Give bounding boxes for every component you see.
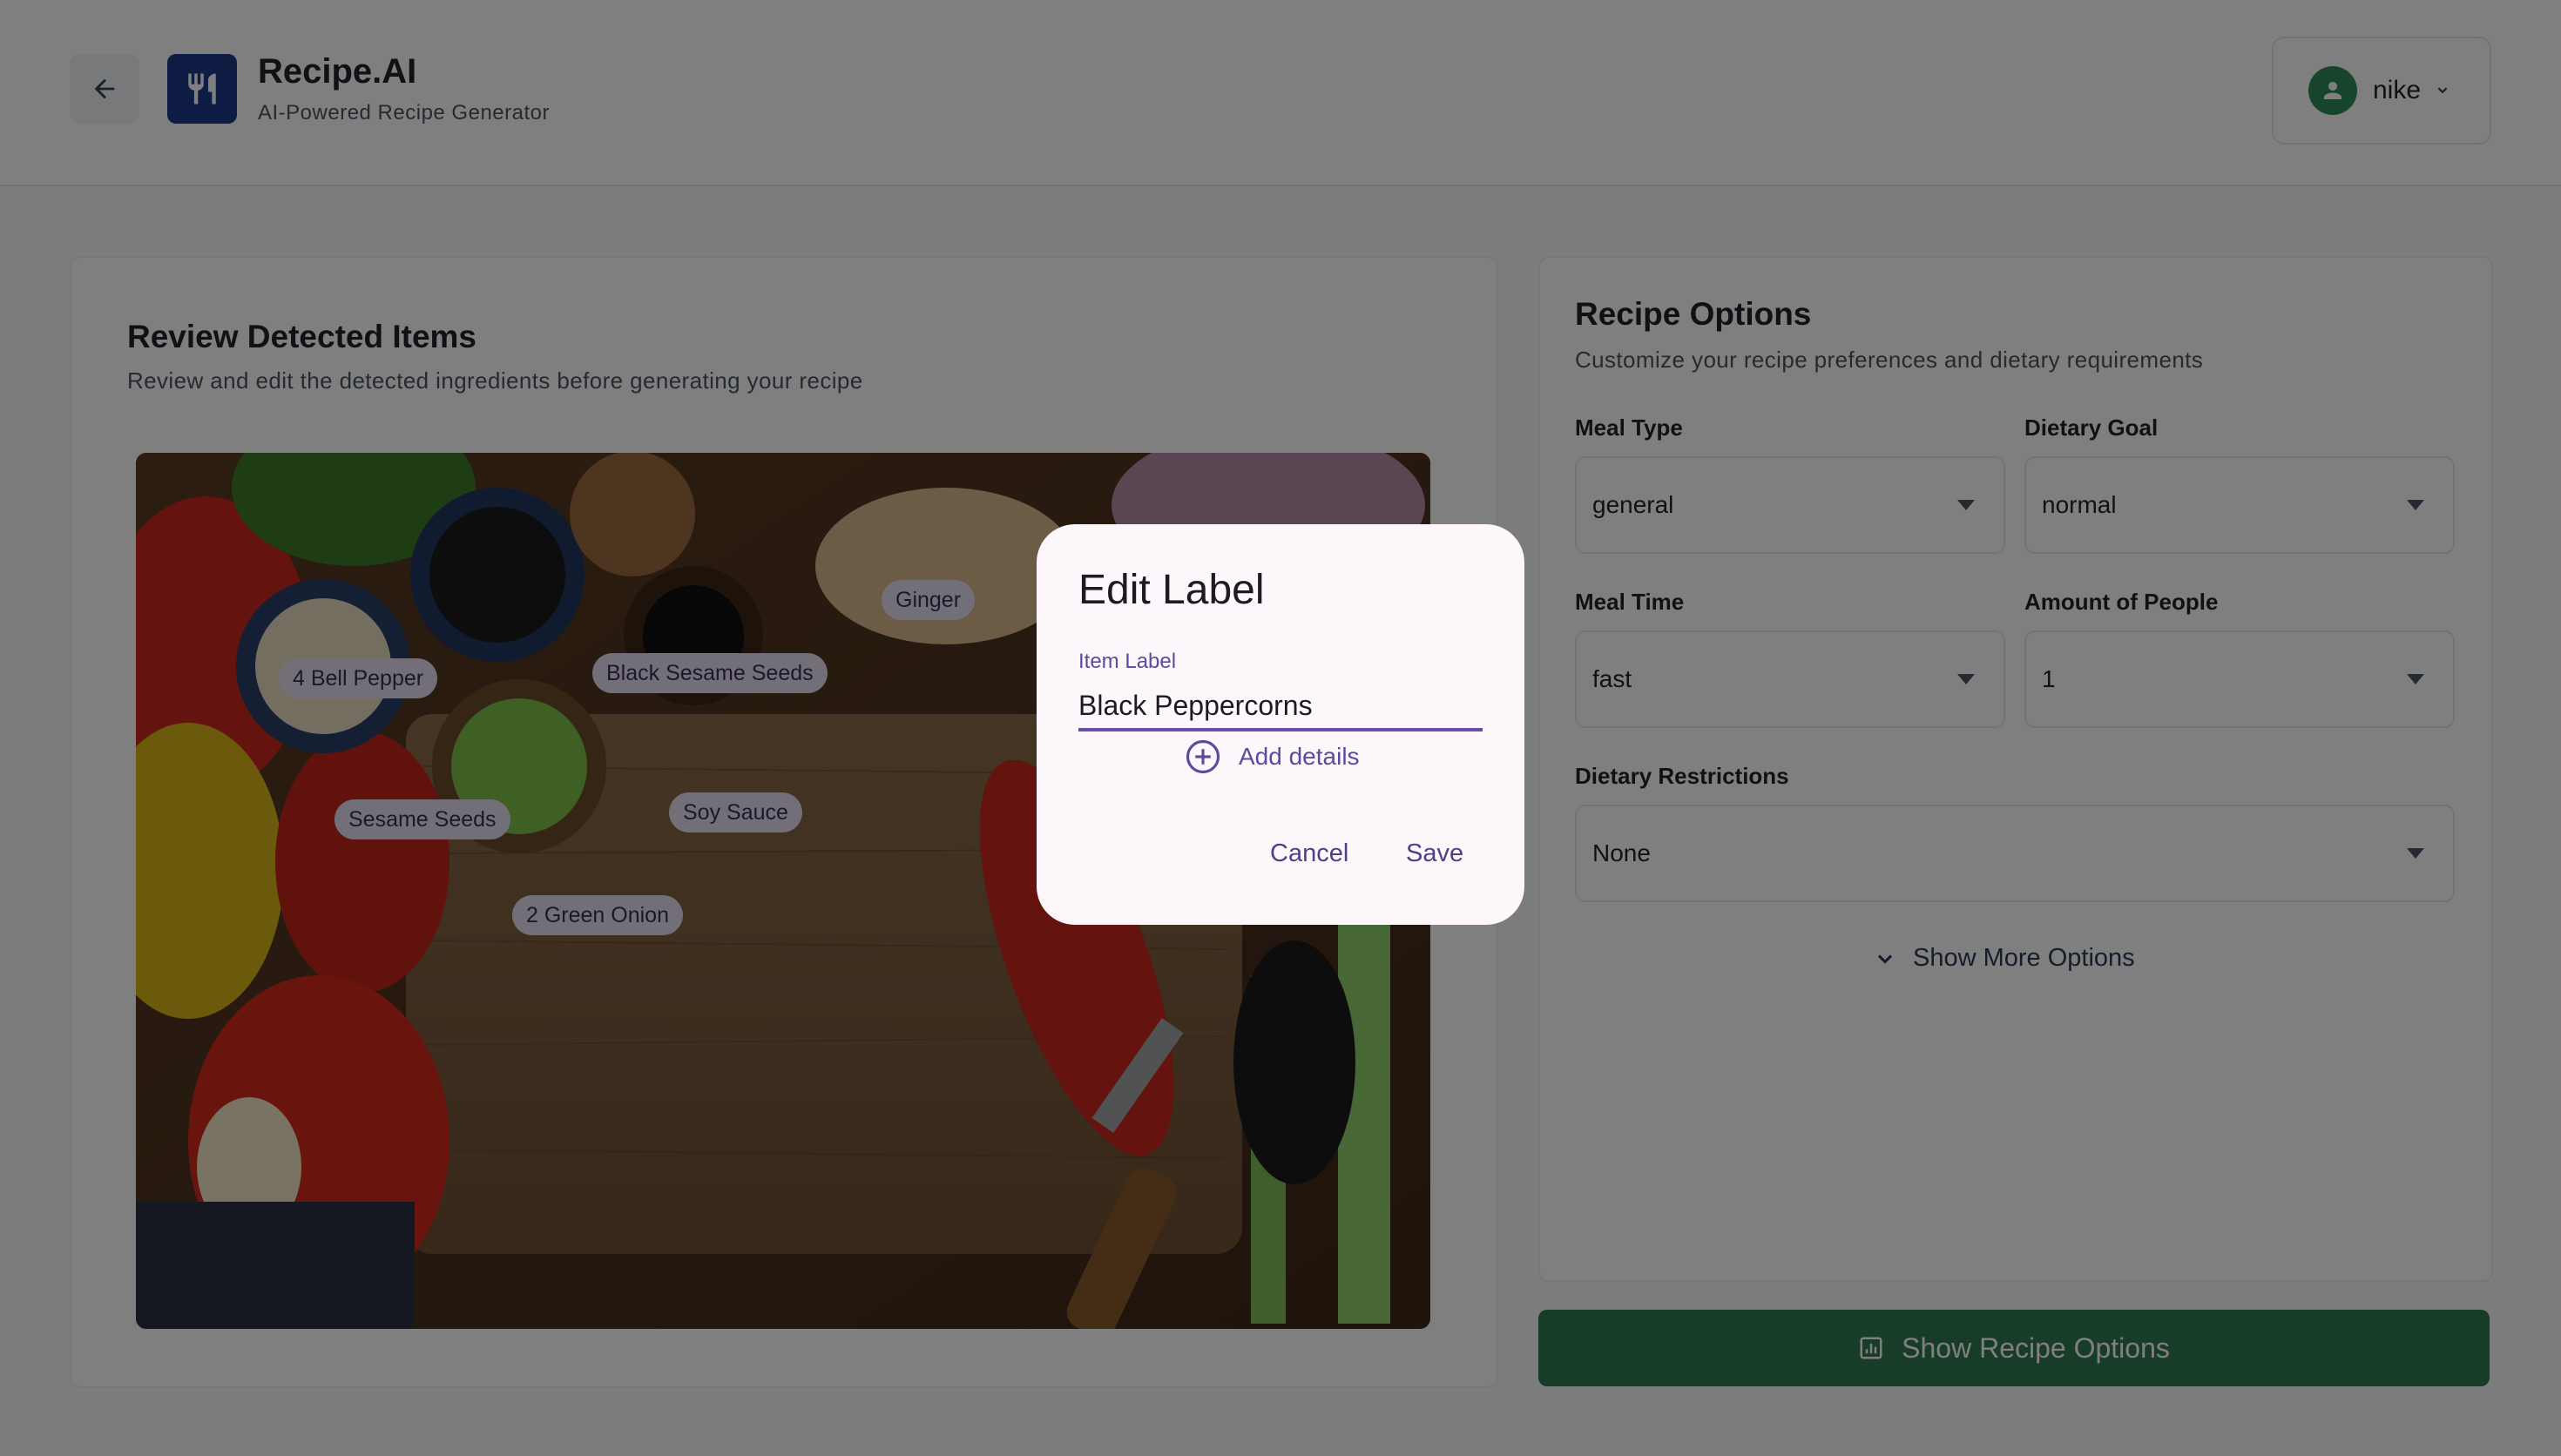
add-details-label: Add details: [1239, 743, 1360, 770]
save-button[interactable]: Save: [1406, 839, 1463, 868]
dialog-title: Edit Label: [1078, 567, 1265, 613]
plus-circle-icon: [1186, 739, 1220, 774]
add-details-button[interactable]: Add details: [1185, 738, 1360, 775]
edit-label-dialog: Edit Label Item Label Add details Cancel…: [1037, 524, 1524, 925]
item-label-input[interactable]: [1078, 683, 1483, 731]
item-label-caption: Item Label: [1078, 650, 1177, 673]
cancel-button[interactable]: Cancel: [1270, 839, 1348, 868]
